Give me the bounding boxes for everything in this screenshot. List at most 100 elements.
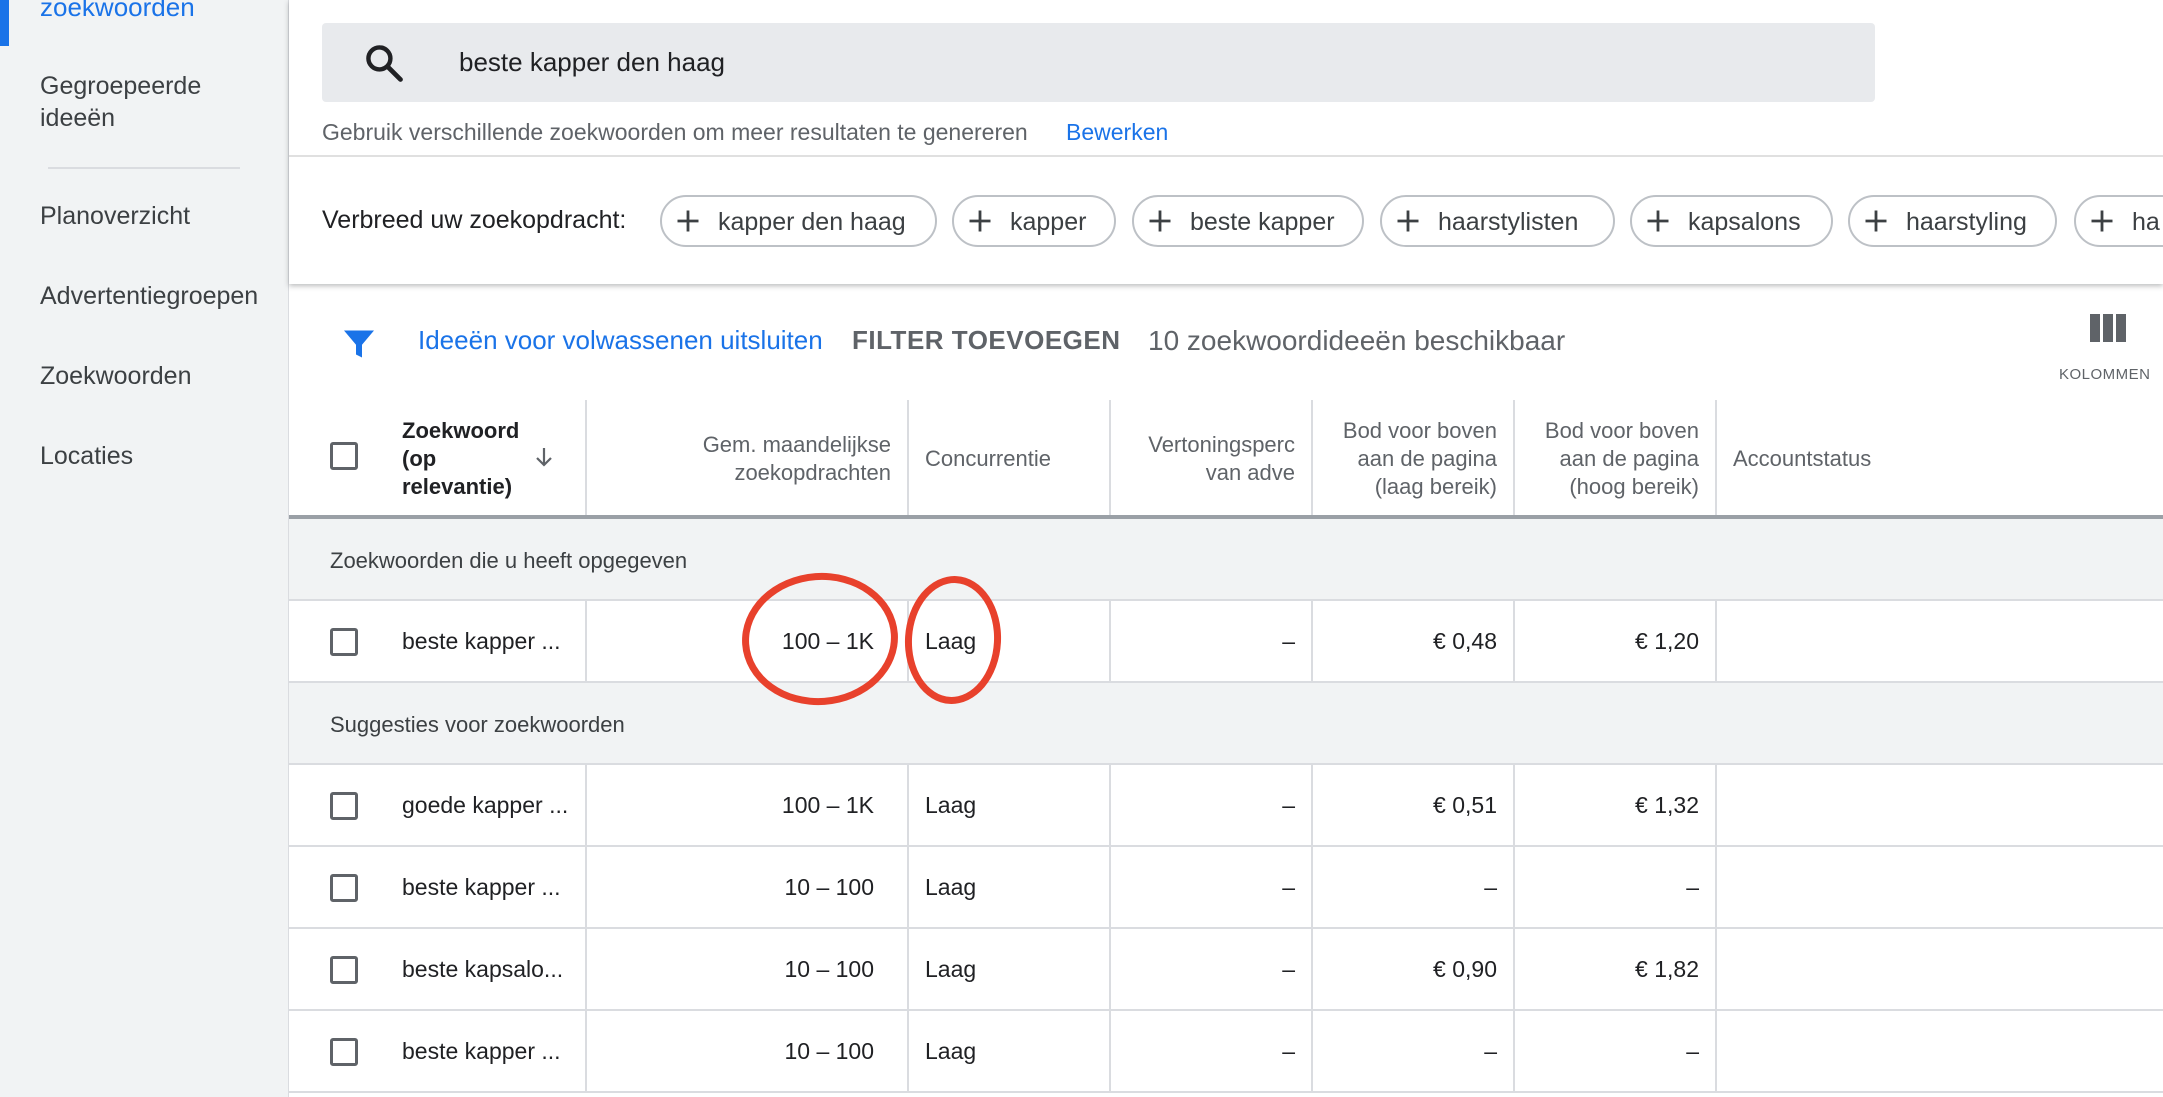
table-row[interactable]: beste kapper ... 10 – 100 Laag – – – (289, 847, 2163, 929)
account-status-cell (1717, 1011, 2163, 1091)
competition-cell: Laag (925, 792, 977, 818)
table-row[interactable]: beste kapper ... 100 – 1K Laag – € 0,48 … (289, 601, 2163, 683)
exclude-adult-ideas-link[interactable]: Ideeën voor volwassenen uitsluiten (418, 325, 823, 356)
active-indicator (0, 0, 9, 46)
keyword-cell: beste kapper ... (402, 1038, 561, 1064)
chip-kapper-den-haag[interactable]: kapper den haag (660, 195, 937, 247)
sidebar-item-locations[interactable]: Locaties (40, 440, 133, 472)
chip-label: kapper (1010, 208, 1087, 236)
header-competition[interactable]: Concurrentie (909, 400, 1111, 515)
search-input[interactable]: beste kapper den haag (322, 23, 1875, 102)
sidebar-item-plan-overview[interactable]: Planoverzicht (40, 200, 190, 232)
row-checkbox[interactable] (330, 1038, 358, 1066)
select-all-checkbox[interactable] (330, 442, 358, 470)
plus-icon (1865, 210, 1887, 232)
header-impression-label: Vertoningsperc van adve (1148, 432, 1295, 485)
account-status-cell (1717, 601, 2163, 681)
header-bid-low-label: Bod voor boven aan de pagina (laag berei… (1342, 418, 1497, 499)
filter-bar: Ideeën voor volwassenen uitsluiten FILTE… (289, 284, 2163, 400)
header-bid-high[interactable]: Bod voor boven aan de pagina (hoog berei… (1515, 400, 1717, 515)
row-checkbox[interactable] (330, 874, 358, 902)
add-filter-button[interactable]: FILTER TOEVOEGEN (852, 325, 1121, 356)
monthly-searches-cell: 10 – 100 (784, 956, 874, 982)
bid-low-cell: – (1484, 1038, 1497, 1064)
chip-label: kapper den haag (718, 208, 906, 236)
plus-icon (1149, 210, 1171, 232)
search-panel: beste kapper den haag Gebruik verschille… (289, 0, 2163, 284)
chip-kapper[interactable]: kapper (952, 195, 1116, 247)
row-checkbox[interactable] (330, 792, 358, 820)
header-bid-high-label: Bod voor boven aan de pagina (hoog berei… (1544, 418, 1699, 499)
bid-high-cell: € 1,20 (1635, 628, 1699, 654)
keyword-cell: beste kapsalo... (402, 956, 564, 982)
bid-low-cell: € 0,51 (1433, 792, 1497, 818)
impression-share-cell: – (1282, 628, 1295, 654)
competition-cell: Laag (925, 1038, 977, 1064)
search-hint: Gebruik verschillende zoekwoorden om mee… (322, 119, 1028, 145)
impression-share-cell: – (1282, 956, 1295, 982)
bid-low-cell: – (1484, 874, 1497, 900)
search-query: beste kapper den haag (459, 47, 725, 77)
plus-icon (969, 210, 991, 232)
table-row[interactable]: goede kapper ... 100 – 1K Laag – € 0,51 … (289, 765, 2163, 847)
section-header-provided: Zoekwoorden die u heeft opgegeven (289, 519, 2163, 601)
chip-label: haarstylisten (1438, 208, 1579, 236)
bid-low-cell: € 0,90 (1433, 956, 1497, 982)
row-checkbox[interactable] (330, 628, 358, 656)
header-monthly-label: Gem. maandelijkse zoekopdrachten (702, 432, 891, 485)
row-checkbox[interactable] (330, 956, 358, 984)
chip-label: ha (2132, 208, 2160, 236)
sidebar-item-grouped-ideas[interactable]: Gegroepeerde ideeën (40, 70, 240, 134)
plus-icon (1647, 210, 1669, 232)
chip-beste-kapper[interactable]: beste kapper (1132, 195, 1364, 247)
table-row[interactable]: beste kapsalo... 10 – 100 Laag – € 0,90 … (289, 929, 2163, 1011)
broaden-label: Verbreed uw zoekopdracht: (322, 206, 627, 234)
divider (289, 155, 2163, 157)
bid-high-cell: – (1686, 874, 1699, 900)
chip-label: beste kapper (1190, 208, 1335, 236)
chip-label: kapsalons (1688, 208, 1801, 236)
columns-label: KOLOMMEN (2059, 366, 2151, 383)
header-bid-low[interactable]: Bod voor boven aan de pagina (laag berei… (1313, 400, 1515, 515)
sidebar-divider (48, 167, 240, 169)
table-header: Zoekwoord (op relevantie) Gem. maandelij… (289, 400, 2163, 519)
plus-icon (677, 210, 699, 232)
chip-haarstylisten[interactable]: haarstylisten (1380, 195, 1615, 247)
header-impression-share[interactable]: Vertoningsperc van adve (1111, 400, 1313, 515)
header-monthly-searches[interactable]: Gem. maandelijkse zoekopdrachten (587, 400, 909, 515)
competition-cell: Laag (925, 874, 977, 900)
section-label: Suggesties voor zoekwoorden (330, 712, 625, 737)
keyword-cell: goede kapper ... (402, 792, 569, 818)
monthly-searches-cell: 100 – 1K (781, 792, 874, 818)
chip-kapsalons[interactable]: kapsalons (1630, 195, 1833, 247)
monthly-searches-cell: 100 – 1K (781, 628, 874, 654)
header-keyword-label: Zoekwoord (op relevantie) (402, 418, 520, 499)
sidebar-item-zoekwoorden-active[interactable]: zoekwoorden (40, 0, 195, 23)
plus-icon (2091, 210, 2113, 232)
monthly-searches-cell: 10 – 100 (784, 874, 874, 900)
chip-truncated[interactable]: ha (2074, 195, 2163, 247)
columns-button[interactable]: KOLOMMEN (2059, 312, 2163, 383)
section-label: Zoekwoorden die u heeft opgegeven (330, 548, 688, 573)
account-status-cell (1717, 765, 2163, 845)
table-row[interactable]: beste kapper ... 10 – 100 Laag – – – (289, 1011, 2163, 1093)
plus-icon (1397, 210, 1419, 232)
filter-icon[interactable] (341, 326, 377, 362)
monthly-searches-cell: 10 – 100 (784, 1038, 874, 1064)
header-keyword[interactable]: Zoekwoord (op relevantie) (289, 400, 587, 515)
columns-icon (2090, 314, 2126, 342)
chip-haarstyling[interactable]: haarstyling (1848, 195, 2057, 247)
section-header-suggestions: Suggesties voor zoekwoorden (289, 683, 2163, 765)
keyword-cell: beste kapper ... (402, 874, 561, 900)
sidebar-item-keywords[interactable]: Zoekwoorden (40, 360, 191, 392)
header-account-status-label: Accountstatus (1733, 446, 1872, 471)
header-competition-label: Concurrentie (925, 446, 1051, 471)
sidebar: zoekwoorden Gegroepeerde ideeën Planover… (0, 0, 289, 1097)
sort-arrow-down-icon[interactable] (532, 444, 556, 470)
impression-share-cell: – (1282, 1038, 1295, 1064)
bid-low-cell: € 0,48 (1433, 628, 1497, 654)
edit-link[interactable]: Bewerken (1066, 119, 1168, 146)
sidebar-item-ad-groups[interactable]: Advertentiegroepen (40, 280, 258, 312)
chip-label: haarstyling (1906, 208, 2027, 236)
header-account-status[interactable]: Accountstatus (1717, 400, 2163, 515)
